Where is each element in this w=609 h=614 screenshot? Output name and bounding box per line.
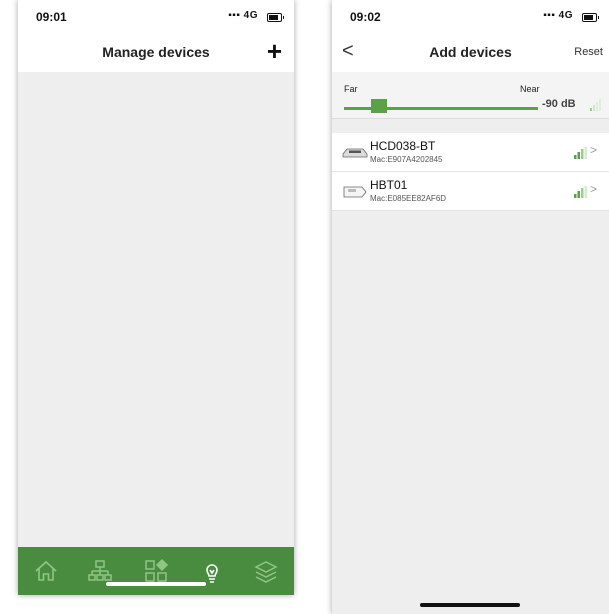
network-icon[interactable] bbox=[86, 557, 114, 585]
plus-icon[interactable]: + bbox=[267, 38, 282, 64]
signal-icon: ▪▪▪ bbox=[228, 10, 241, 21]
db-value: -90 dB bbox=[542, 98, 576, 110]
signal-icon: ▪▪▪ bbox=[543, 10, 556, 21]
status-time: 09:01 bbox=[36, 10, 67, 24]
reset-button[interactable]: Reset bbox=[574, 46, 603, 58]
far-label: Far bbox=[344, 84, 358, 94]
printer-icon bbox=[342, 145, 368, 159]
home-indicator bbox=[420, 603, 520, 607]
status-bar: 09:02 ▪▪▪ 4G bbox=[332, 0, 609, 32]
network-label: 4G bbox=[558, 10, 573, 21]
apps-icon[interactable] bbox=[142, 557, 170, 585]
nav-bar: Manage devices + bbox=[18, 32, 294, 72]
signal-filter: Far Near -90 dB bbox=[332, 72, 609, 119]
chevron-right-icon: > bbox=[590, 143, 598, 157]
manage-devices-screen: 09:01 ▪▪▪ 4G Manage devices + bbox=[18, 0, 294, 595]
signal-strength-icon bbox=[590, 98, 602, 111]
device-name: HCD038-BT bbox=[370, 139, 436, 153]
home-icon[interactable] bbox=[32, 557, 60, 585]
device-mac: Mac:E907A4202845 bbox=[370, 155, 443, 164]
signal-strength-icon bbox=[574, 185, 588, 198]
device-list: HCD038-BT Mac:E907A4202845 > HBT01 Mac:E… bbox=[332, 133, 609, 211]
slider-thumb[interactable] bbox=[371, 99, 388, 113]
chevron-right-icon: > bbox=[590, 182, 598, 196]
list-item[interactable]: HCD038-BT Mac:E907A4202845 > bbox=[332, 133, 609, 172]
near-label: Near bbox=[520, 84, 540, 94]
battery-icon bbox=[582, 13, 599, 22]
device-name: HBT01 bbox=[370, 178, 408, 192]
status-bar: 09:01 ▪▪▪ 4G bbox=[18, 0, 294, 32]
list-item[interactable]: HBT01 Mac:E085EE82AF6D > bbox=[332, 172, 609, 211]
page-title: Add devices bbox=[429, 44, 512, 60]
network-label: 4G bbox=[243, 10, 258, 21]
add-devices-screen: 09:02 ▪▪▪ 4G < Add devices Reset Far Nea… bbox=[332, 0, 609, 614]
scale-icon bbox=[342, 184, 368, 198]
device-mac: Mac:E085EE82AF6D bbox=[370, 194, 447, 203]
layers-icon[interactable] bbox=[252, 557, 280, 585]
tab-bar bbox=[18, 547, 294, 595]
home-indicator bbox=[106, 582, 206, 586]
signal-strength-icon bbox=[574, 146, 588, 159]
nav-bar: < Add devices Reset bbox=[332, 32, 609, 72]
bulb-icon[interactable] bbox=[198, 557, 226, 585]
battery-icon bbox=[267, 13, 284, 22]
status-time: 09:02 bbox=[350, 10, 381, 24]
page-title: Manage devices bbox=[102, 44, 210, 60]
